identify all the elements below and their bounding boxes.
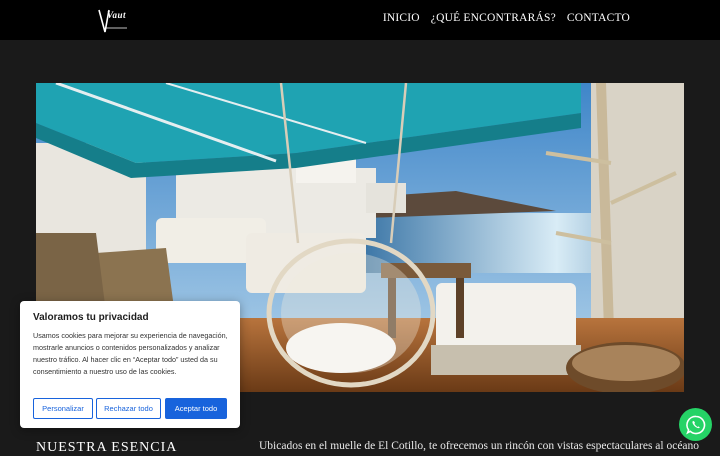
logo-text: Vaut <box>107 10 127 20</box>
nav-contacto[interactable]: CONTACTO <box>567 12 630 24</box>
section-text: Ubicados en el muelle de El Cotillo, te … <box>259 440 699 452</box>
site-logo[interactable]: Vaut <box>97 8 129 34</box>
site-header: Vaut INICIO ¿QUÉ ENCONTRARÁS? CONTACTO <box>0 0 720 40</box>
reject-all-button[interactable]: Rechazar todo <box>96 398 161 419</box>
whatsapp-icon <box>685 415 705 435</box>
customize-button[interactable]: Personalizar <box>33 398 93 419</box>
cookie-text: Usamos cookies para mejorar su experienc… <box>33 331 228 376</box>
cookie-banner: Valoramos tu privacidad Usamos cookies p… <box>20 301 240 428</box>
whatsapp-button[interactable] <box>679 408 712 441</box>
accept-all-button[interactable]: Aceptar todo <box>165 398 227 419</box>
nav-que-encontraras[interactable]: ¿QUÉ ENCONTRARÁS? <box>431 12 556 24</box>
nav-inicio[interactable]: INICIO <box>383 12 420 24</box>
section-title: NUESTRA ESENCIA <box>36 440 178 455</box>
cookie-title: Valoramos tu privacidad <box>33 312 149 323</box>
main-nav: INICIO ¿QUÉ ENCONTRARÁS? CONTACTO <box>383 12 630 24</box>
